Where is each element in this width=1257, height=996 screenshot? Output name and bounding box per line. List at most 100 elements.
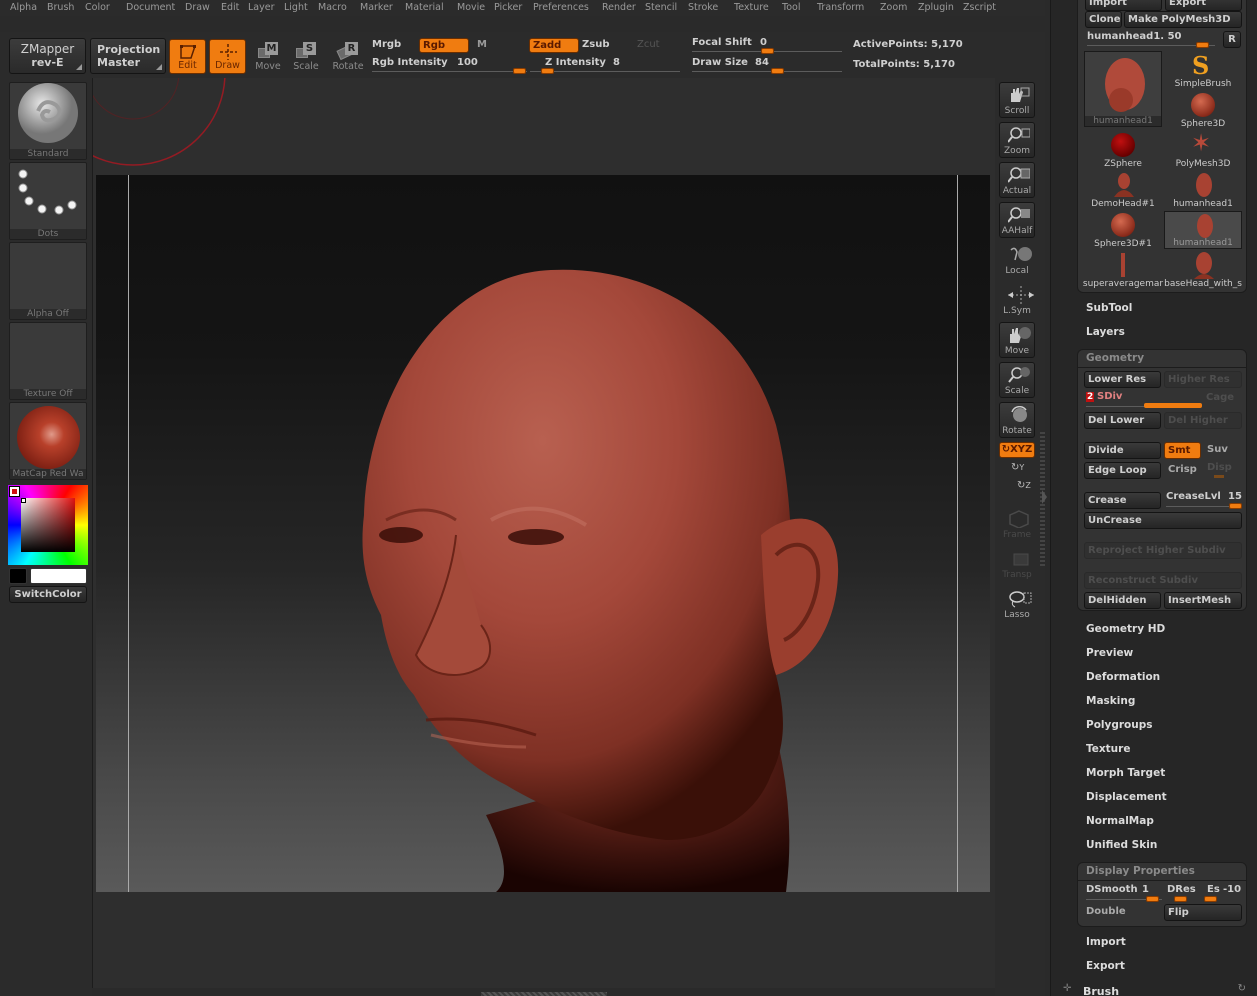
zoom-button[interactable]: Zoom — [999, 122, 1035, 158]
display-properties-header[interactable]: Display Properties — [1086, 865, 1195, 877]
menu-zplugin[interactable]: Zplugin — [918, 2, 954, 13]
current-tool-slider[interactable]: humanhead1. 50 — [1087, 31, 1182, 42]
menu-document[interactable]: Document — [126, 2, 175, 13]
rgb-intensity-knob[interactable] — [513, 68, 526, 74]
zadd-button[interactable]: Zadd — [529, 38, 579, 53]
secondary-color-swatch[interactable] — [30, 568, 87, 584]
m-button[interactable]: M — [477, 39, 487, 50]
menu-zoom[interactable]: Zoom — [880, 2, 907, 13]
y-rotation-button[interactable]: ↻Y — [1011, 462, 1024, 473]
clone-button[interactable]: Clone — [1085, 11, 1122, 28]
lasso-button[interactable]: Lasso — [999, 586, 1035, 622]
menu-movie[interactable]: Movie — [457, 2, 485, 13]
tool-thumb-humanhead1-b[interactable]: humanhead1 — [1164, 171, 1242, 209]
xyz-rotation-button[interactable]: ↻XYZ — [999, 442, 1035, 458]
subpalette-masking[interactable]: Masking — [1086, 695, 1135, 707]
main-color-swatch[interactable] — [9, 568, 27, 584]
lower-res-button[interactable]: Lower Res — [1084, 371, 1161, 388]
tool-thumb-sphere3d-1[interactable]: Sphere3D#1 — [1084, 211, 1162, 249]
disp-slider[interactable]: Disp — [1207, 462, 1232, 473]
menu-transform[interactable]: Transform — [817, 2, 864, 13]
menu-color[interactable]: Color — [85, 2, 110, 13]
del-higher-button[interactable]: Del Higher — [1164, 412, 1242, 429]
smt-toggle[interactable]: Smt — [1164, 442, 1201, 459]
rotate-button[interactable]: R Rotate — [330, 40, 366, 72]
dres-slider[interactable]: DRes — [1167, 884, 1196, 895]
edit-mode-button[interactable]: Edit — [169, 39, 206, 74]
crisp-toggle[interactable]: Crisp — [1168, 464, 1197, 475]
del-lower-button[interactable]: Del Lower — [1084, 412, 1161, 429]
scale-button[interactable]: S Scale — [288, 40, 324, 72]
subpalette-subtool[interactable]: SubTool — [1086, 302, 1132, 314]
zsub-button[interactable]: Zsub — [582, 39, 609, 50]
delhidden-button[interactable]: DelHidden — [1084, 592, 1161, 609]
double-toggle[interactable]: Double — [1086, 906, 1126, 917]
es-knob[interactable] — [1204, 896, 1217, 902]
subpalette-geometry-hd[interactable]: Geometry HD — [1086, 623, 1165, 635]
zmapper-button[interactable]: ZMapper rev-E — [9, 38, 86, 74]
subpalette-layers[interactable]: Layers — [1086, 326, 1125, 338]
flip-button[interactable]: Flip — [1164, 904, 1242, 921]
switch-color-button[interactable]: SwitchColor — [9, 586, 87, 603]
rgb-button[interactable]: Rgb — [419, 38, 469, 53]
r-button[interactable]: R — [1223, 31, 1241, 48]
menu-texture[interactable]: Texture — [734, 2, 769, 13]
tool-import-button[interactable]: Import — [1085, 0, 1162, 11]
menu-picker[interactable]: Picker — [494, 2, 522, 13]
subpalette-morph-target[interactable]: Morph Target — [1086, 767, 1165, 779]
brush-palette-header[interactable]: ✛ Brush ↻ — [1061, 983, 1257, 996]
reproject-higher-subdiv-button[interactable]: Reproject Higher Subdiv — [1084, 542, 1242, 559]
menu-draw[interactable]: Draw — [185, 2, 210, 13]
subpalette-import[interactable]: Import — [1086, 936, 1126, 948]
menu-stroke[interactable]: Stroke — [688, 2, 718, 13]
subpalette-export[interactable]: Export — [1086, 960, 1125, 972]
3d-canvas[interactable] — [96, 175, 990, 892]
projection-master-button[interactable]: Projection Master — [90, 38, 166, 74]
menu-preferences[interactable]: Preferences — [533, 2, 589, 13]
lsym-button[interactable]: L.Sym — [999, 282, 1035, 318]
local-button[interactable]: Local — [999, 242, 1035, 278]
actual-button[interactable]: Actual — [999, 162, 1035, 198]
brush-selector[interactable]: Standard — [9, 82, 87, 160]
tool-export-button[interactable]: Export — [1165, 0, 1242, 11]
material-selector[interactable]: MatCap Red Wa — [9, 402, 87, 480]
mrgb-button[interactable]: Mrgb — [372, 39, 401, 50]
aahalf-button[interactable]: AAHalf — [999, 202, 1035, 238]
dres-knob[interactable] — [1174, 896, 1187, 902]
menu-tool[interactable]: Tool — [782, 2, 800, 13]
z-intensity-knob[interactable] — [541, 68, 554, 74]
color-picker[interactable] — [8, 485, 88, 565]
subpalette-unified-skin[interactable]: Unified Skin — [1086, 839, 1157, 851]
tool-thumb-simplebrush[interactable]: S SimpleBrush — [1164, 51, 1242, 89]
cage-button[interactable]: Cage — [1206, 392, 1234, 403]
uncrease-button[interactable]: UnCrease — [1084, 512, 1242, 529]
divide-button[interactable]: Divide — [1084, 442, 1161, 459]
scale-view-button[interactable]: Scale — [999, 362, 1035, 398]
subpalette-displacement[interactable]: Displacement — [1086, 791, 1167, 803]
z-rotation-button[interactable]: ↻Z — [1017, 480, 1031, 491]
subpalette-normalmap[interactable]: NormalMap — [1086, 815, 1154, 827]
subpalette-deformation[interactable]: Deformation — [1086, 671, 1160, 683]
move-button[interactable]: M Move — [250, 40, 286, 72]
geometry-header[interactable]: Geometry — [1086, 352, 1144, 364]
menu-edit[interactable]: Edit — [221, 2, 239, 13]
tool-thumb-humanhead1-selected[interactable]: humanhead1 — [1164, 211, 1242, 249]
tool-thumb-demohead[interactable]: DemoHead#1 — [1084, 171, 1162, 209]
tool-slider-knob[interactable] — [1196, 42, 1209, 48]
zcut-button[interactable]: Zcut — [637, 39, 660, 50]
focal-shift-knob[interactable] — [761, 48, 774, 54]
tool-thumb-humanhead1[interactable]: humanhead1 — [1084, 51, 1162, 127]
canvas-scrollbar[interactable] — [481, 992, 607, 996]
dsmooth-knob[interactable] — [1146, 896, 1159, 902]
make-polymesh3d-button[interactable]: Make PolyMesh3D — [1124, 11, 1242, 28]
draw-size-knob[interactable] — [771, 68, 784, 74]
subpalette-preview[interactable]: Preview — [1086, 647, 1133, 659]
menu-brush[interactable]: Brush — [47, 2, 74, 13]
crease-button[interactable]: Crease — [1084, 492, 1161, 509]
menu-light[interactable]: Light — [284, 2, 308, 13]
texture-selector[interactable]: Texture Off — [9, 322, 87, 400]
menu-marker[interactable]: Marker — [360, 2, 393, 13]
scroll-button[interactable]: Scroll — [999, 82, 1035, 118]
menu-material[interactable]: Material — [405, 2, 444, 13]
tray-collapse-arrow-icon[interactable] — [1042, 490, 1047, 504]
